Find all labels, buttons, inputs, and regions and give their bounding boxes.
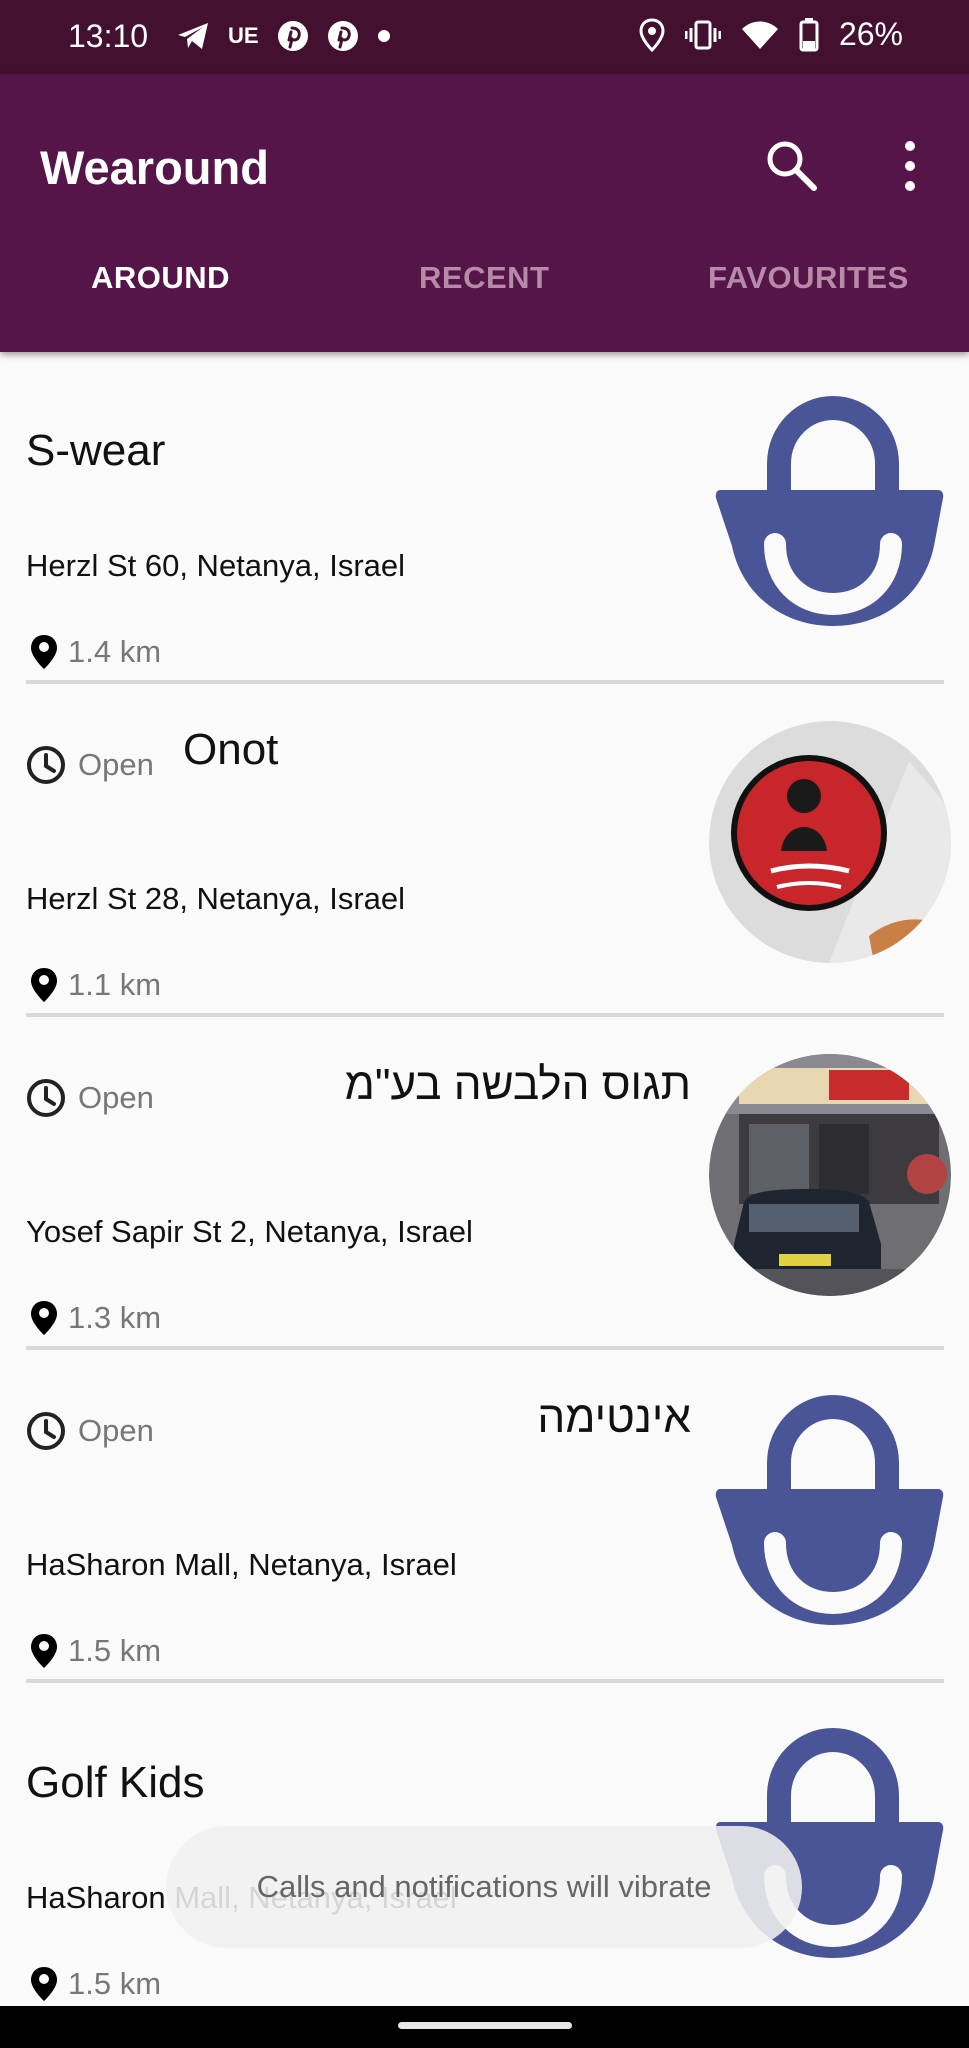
battery-icon [799, 17, 819, 51]
shopping-bag-icon [715, 1394, 944, 1625]
store-name: אינטימה [537, 1393, 691, 1442]
store-name: S-wear [26, 426, 166, 475]
toast-message: Calls and notifications will vibrate [166, 1826, 802, 1948]
shopping-bag-icon [715, 395, 944, 626]
status-time: 13:10 [68, 18, 149, 54]
home-gesture-handle[interactable] [398, 2022, 572, 2029]
store-distance: 1.3 km [68, 1300, 162, 1335]
store-item[interactable]: S-wear Herzl St 60, Netanya, Israel 1.4 … [0, 352, 969, 685]
list-divider [26, 1013, 944, 1017]
store-address: Herzl St 28, Netanya, Israel [26, 881, 406, 916]
storefront-photo [709, 1054, 951, 1296]
ue-badge: UE [228, 23, 259, 48]
tab-favourites[interactable]: FAVOURITES [708, 260, 909, 296]
open-status: Open [78, 747, 154, 782]
store-distance: 1.4 km [68, 634, 162, 669]
store-item[interactable]: Open אינטימה HaSharon Mall, Netanya, Isr… [0, 1351, 969, 1684]
toast-text: Calls and notifications will vibrate [256, 1869, 712, 1904]
navigation-bar [0, 2006, 969, 2048]
list-divider [26, 1679, 944, 1683]
battery-percent: 26% [838, 16, 903, 52]
status-bar: 13:10 UE 26% [0, 0, 969, 74]
store-name: Golf Kids [26, 1758, 205, 1807]
list-divider [26, 1346, 944, 1350]
location-pin-icon [31, 968, 57, 1002]
store-address: HaSharon Mall, Netanya, Israel [26, 1547, 457, 1582]
app-title: Wearound [40, 141, 269, 194]
tab-recent[interactable]: RECENT [419, 260, 549, 296]
location-pin-icon [31, 1967, 57, 2001]
dot-icon [377, 30, 390, 42]
clock-icon [27, 1079, 65, 1117]
store-name: Onot [183, 725, 279, 774]
store-distance: 1.5 km [68, 1633, 162, 1668]
more-options-icon[interactable] [890, 138, 930, 194]
store-address: Yosef Sapir St 2, Netanya, Israel [26, 1214, 473, 1249]
pinterest-icon [327, 21, 358, 51]
vibrate-icon [684, 20, 721, 49]
search-icon[interactable] [762, 136, 820, 194]
app-bar: Wearound AROUND RECENT FAVOURITES [0, 74, 969, 352]
location-pin-icon [31, 1634, 57, 1668]
store-item[interactable]: Open Onot Herzl St 28, Netanya, Israel 1… [0, 685, 969, 1018]
store-address: Herzl St 60, Netanya, Israel [26, 548, 406, 583]
tab-around[interactable]: AROUND [91, 260, 230, 296]
store-distance: 1.5 km [68, 1966, 162, 2001]
clock-icon [27, 1412, 65, 1450]
open-status: Open [78, 1080, 154, 1115]
store-distance: 1.1 km [68, 967, 162, 1002]
list-divider [26, 680, 944, 684]
open-status: Open [78, 1413, 154, 1448]
store-item[interactable]: Open תגוס הלבשה בע"מ Yosef Sapir St 2, N… [0, 1018, 969, 1351]
location-pin-icon [31, 1301, 57, 1335]
wifi-icon [741, 21, 778, 49]
location-icon [639, 17, 665, 52]
clock-icon [27, 746, 65, 784]
bravo-bakery-photo [709, 721, 951, 963]
store-name: תגוס הלבשה בע"מ [344, 1060, 691, 1109]
telegram-icon [178, 23, 208, 49]
pinterest-icon [277, 21, 308, 51]
location-pin-icon [31, 635, 57, 669]
